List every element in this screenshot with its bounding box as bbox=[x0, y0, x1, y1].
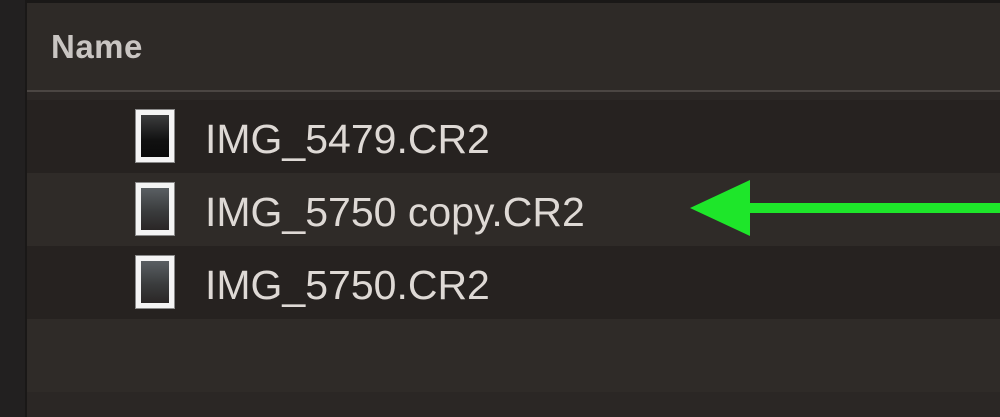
thumbnail bbox=[141, 188, 169, 230]
image-file-icon bbox=[135, 255, 175, 309]
thumbnail bbox=[141, 261, 169, 303]
name-column-header[interactable]: Name bbox=[51, 28, 143, 66]
header-top-divider bbox=[27, 0, 1000, 3]
thumbnail bbox=[141, 115, 169, 157]
column-header: Name bbox=[27, 0, 1000, 92]
arrow-shaft bbox=[740, 203, 1000, 213]
file-name: IMG_5750.CR2 bbox=[205, 262, 490, 308]
image-file-icon bbox=[135, 182, 175, 236]
file-name: IMG_5479.CR2 bbox=[205, 116, 490, 162]
file-name: IMG_5750 copy.CR2 bbox=[205, 189, 585, 235]
file-list: IMG_5479.CR2 IMG_5750 copy.CR2 IMG_5750.… bbox=[27, 100, 1000, 392]
empty-row bbox=[27, 319, 1000, 392]
green-arrow-annotation bbox=[690, 180, 1000, 236]
image-file-icon bbox=[135, 109, 175, 163]
finder-list-view: Name IMG_5479.CR2 IMG_5750 copy.CR2 IMG_… bbox=[0, 0, 1000, 417]
file-row-0[interactable]: IMG_5479.CR2 bbox=[27, 100, 1000, 173]
sidebar-edge bbox=[0, 0, 27, 417]
file-row-2[interactable]: IMG_5750.CR2 bbox=[27, 246, 1000, 319]
